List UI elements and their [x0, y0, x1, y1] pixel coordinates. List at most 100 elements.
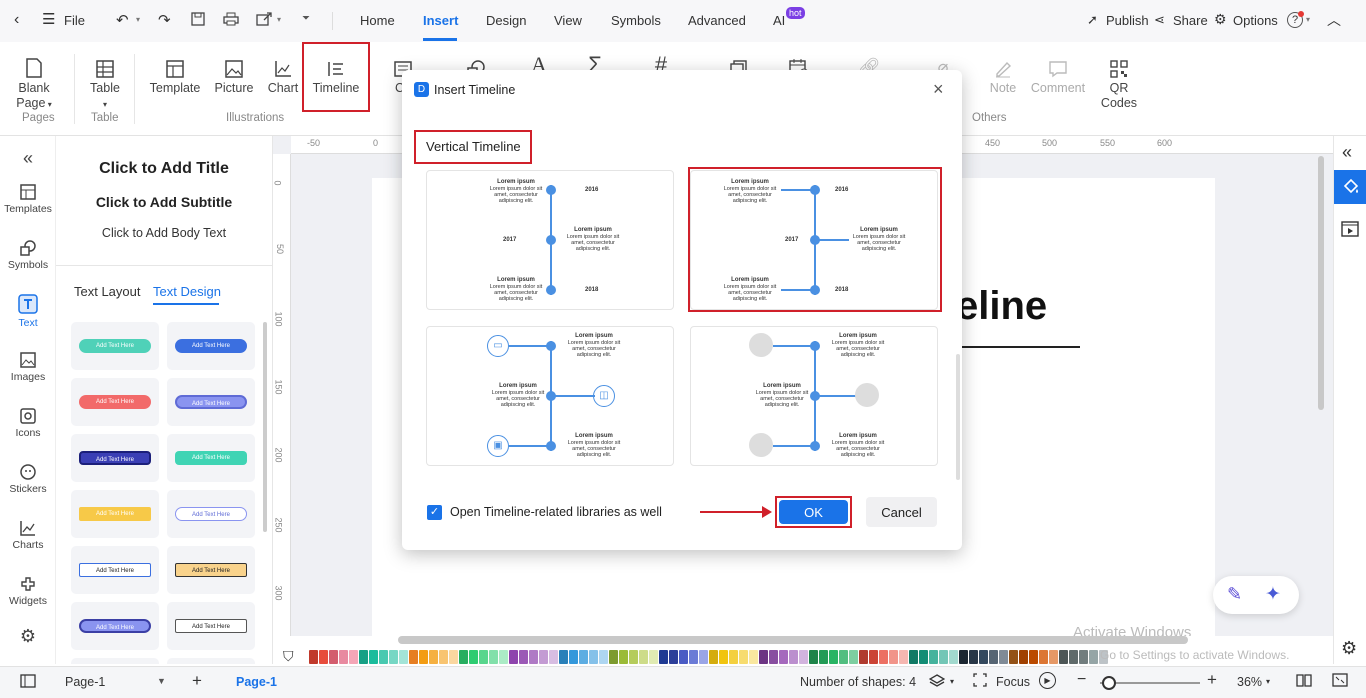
- color-swatch[interactable]: [939, 650, 948, 664]
- text-design-tile[interactable]: Add Text Here: [71, 602, 159, 650]
- book-view-icon[interactable]: [1296, 673, 1312, 690]
- timeline-template-4[interactable]: Lorem ipsum Lorem ipsum dolor sit amet, c…: [690, 326, 938, 466]
- color-swatch[interactable]: [829, 650, 838, 664]
- color-swatch[interactable]: [899, 650, 908, 664]
- nav-stickers[interactable]: Stickers: [0, 464, 56, 495]
- play-presentation-icon[interactable]: ▶: [1039, 672, 1056, 689]
- color-swatch[interactable]: [569, 650, 578, 664]
- color-swatch[interactable]: [499, 650, 508, 664]
- color-swatch[interactable]: [479, 650, 488, 664]
- color-swatch[interactable]: [949, 650, 958, 664]
- color-swatch[interactable]: [489, 650, 498, 664]
- color-swatch[interactable]: [809, 650, 818, 664]
- settings-gear-icon[interactable]: ⚙: [1341, 638, 1357, 659]
- color-swatch[interactable]: [689, 650, 698, 664]
- color-swatch[interactable]: [979, 650, 988, 664]
- color-swatch[interactable]: [769, 650, 778, 664]
- color-swatch[interactable]: [639, 650, 648, 664]
- color-swatch[interactable]: [779, 650, 788, 664]
- tab-text-layout[interactable]: Text Layout: [74, 284, 141, 299]
- blank-page-button[interactable]: Blank Page ▾: [12, 50, 56, 112]
- close-icon[interactable]: ×: [933, 79, 944, 100]
- color-swatch[interactable]: [419, 650, 428, 664]
- page-select[interactable]: Page-1: [65, 675, 105, 689]
- color-swatch[interactable]: [699, 650, 708, 664]
- color-swatch[interactable]: [469, 650, 478, 664]
- collapse-ribbon-icon[interactable]: ︿: [1327, 10, 1341, 30]
- tab-view[interactable]: View: [554, 13, 582, 28]
- undo-icon[interactable]: ↶: [116, 11, 129, 29]
- color-swatch[interactable]: [359, 650, 368, 664]
- nav-text[interactable]: Text: [0, 294, 56, 329]
- share-button[interactable]: Share: [1173, 13, 1208, 28]
- add-body-text-preset[interactable]: Click to Add Body Text: [56, 226, 272, 240]
- color-swatch[interactable]: [379, 650, 388, 664]
- color-swatch[interactable]: [859, 650, 868, 664]
- color-swatch[interactable]: [369, 650, 378, 664]
- color-swatch[interactable]: [729, 650, 738, 664]
- color-swatch[interactable]: [719, 650, 728, 664]
- zoom-slider-thumb[interactable]: [1102, 676, 1116, 690]
- text-design-tile[interactable]: Add Text Here: [167, 434, 255, 482]
- ai-pen-icon[interactable]: ✎: [1227, 584, 1242, 605]
- panel-scrollbar[interactable]: [263, 322, 267, 532]
- timeline-button[interactable]: Timeline: [302, 42, 370, 112]
- color-swatch[interactable]: [579, 650, 588, 664]
- color-swatch[interactable]: [989, 650, 998, 664]
- color-swatch[interactable]: [789, 650, 798, 664]
- nav-charts[interactable]: Charts: [0, 520, 56, 551]
- color-swatch[interactable]: [659, 650, 668, 664]
- text-design-tile[interactable]: Add Text Here: [167, 546, 255, 594]
- text-design-tile[interactable]: Add Text Here: [71, 322, 159, 370]
- color-swatch[interactable]: [1079, 650, 1088, 664]
- color-swatch[interactable]: [839, 650, 848, 664]
- redo-icon[interactable]: ↷: [158, 11, 171, 29]
- page-select-dropdown-icon[interactable]: ▼: [157, 676, 166, 686]
- timeline-template-3[interactable]: ▭ ◫ ▣ Lorem ipsum Lorem ipsum dolor sit a…: [426, 326, 674, 466]
- dialog-scrollbar[interactable]: [956, 354, 960, 480]
- nav-widgets[interactable]: Widgets: [0, 576, 56, 607]
- color-swatch[interactable]: [929, 650, 938, 664]
- color-swatch[interactable]: [1019, 650, 1028, 664]
- ai-sparkle-icon[interactable]: ✦: [1265, 583, 1281, 606]
- slideshow-panel-button[interactable]: [1341, 220, 1359, 241]
- color-swatch[interactable]: [959, 650, 968, 664]
- add-page-icon[interactable]: +: [192, 671, 202, 691]
- color-swatch[interactable]: [739, 650, 748, 664]
- add-title-preset[interactable]: Click to Add Title: [56, 160, 272, 178]
- color-swatch[interactable]: [879, 650, 888, 664]
- collapse-panel-icon[interactable]: «: [0, 148, 56, 169]
- file-menu[interactable]: File: [64, 13, 85, 28]
- color-swatch[interactable]: [519, 650, 528, 664]
- cancel-button[interactable]: Cancel: [866, 497, 937, 527]
- color-swatch[interactable]: [439, 650, 448, 664]
- text-design-tile[interactable]: Add Text Here: [71, 434, 159, 482]
- color-swatch[interactable]: [629, 650, 638, 664]
- hamburger-menu-icon[interactable]: ☰: [42, 10, 55, 28]
- color-swatch[interactable]: [339, 650, 348, 664]
- color-swatch[interactable]: [349, 650, 358, 664]
- libraries-checkbox[interactable]: ✓: [427, 505, 442, 520]
- ok-button[interactable]: OK: [779, 500, 848, 524]
- fit-page-icon[interactable]: [1332, 673, 1348, 690]
- color-swatch[interactable]: [1089, 650, 1098, 664]
- color-swatch[interactable]: [1029, 650, 1038, 664]
- text-design-tile[interactable]: Add Text Here: [71, 546, 159, 594]
- chart-button[interactable]: Chart: [264, 50, 302, 96]
- export-dropdown-icon[interactable]: ▾: [277, 15, 281, 24]
- text-design-tile[interactable]: Add Text Here: [167, 490, 255, 538]
- quick-access-more-icon[interactable]: ⏷: [302, 13, 310, 24]
- color-swatch[interactable]: [399, 650, 408, 664]
- color-swatch[interactable]: [609, 650, 618, 664]
- undo-dropdown-icon[interactable]: ▾: [136, 15, 140, 24]
- color-swatch[interactable]: [969, 650, 978, 664]
- color-swatch[interactable]: [509, 650, 518, 664]
- publish-button[interactable]: Publish: [1106, 13, 1149, 28]
- help-dropdown-icon[interactable]: ▾: [1306, 15, 1310, 24]
- color-swatch[interactable]: [1039, 650, 1048, 664]
- nav-templates[interactable]: Templates: [0, 184, 56, 215]
- color-swatch[interactable]: [849, 650, 858, 664]
- save-icon[interactable]: [191, 12, 205, 29]
- text-design-tile[interactable]: Add Text Here: [71, 490, 159, 538]
- picture-button[interactable]: Picture: [212, 50, 256, 96]
